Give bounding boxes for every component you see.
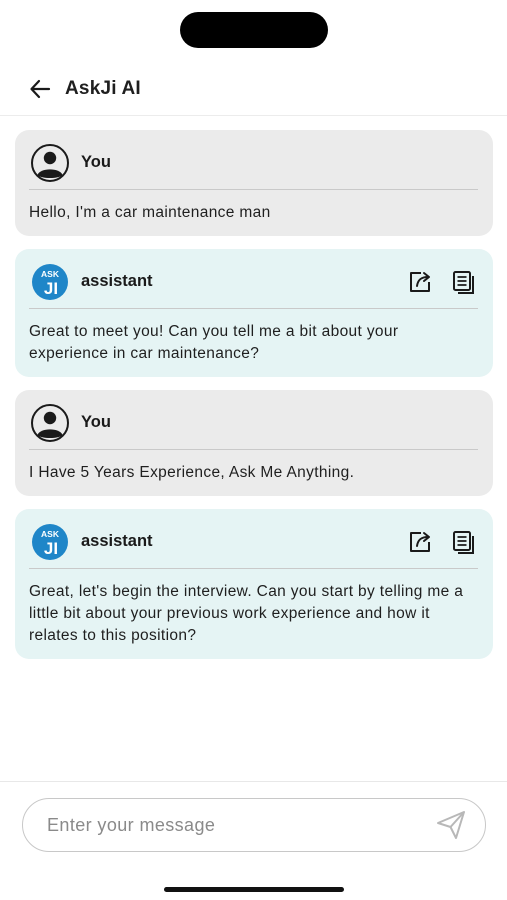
copy-button[interactable] [450,268,478,296]
chat-thread: You Hello, I'm a car maintenance man ASK… [15,130,493,672]
sender-name: You [81,413,111,431]
message-text: Hello, I'm a car maintenance man [29,204,271,221]
message-header: ASK JI assistant [29,523,478,569]
share-button[interactable] [406,528,434,556]
sender-name: assistant [81,532,153,550]
logo-top-text: ASK [41,529,60,539]
askji-logo-icon: ASK JI [29,523,71,561]
user-message-bubble: You Hello, I'm a car maintenance man [15,130,493,236]
assistant-message-bubble: ASK JI assistant [15,249,493,377]
share-button[interactable] [406,268,434,296]
dynamic-island [180,12,328,48]
askji-logo-icon: ASK JI [29,263,71,301]
message-header: You [29,403,478,450]
user-avatar-icon [29,403,71,442]
copy-icon [453,270,474,294]
message-input[interactable] [47,814,433,836]
copy-icon [453,530,474,554]
message-header: You [29,143,478,190]
user-avatar-icon [29,143,71,182]
sender-name: You [81,153,111,171]
share-icon [410,271,430,292]
back-button[interactable] [25,74,55,104]
message-header: ASK JI assistant [29,263,478,309]
message-text: I Have 5 Years Experience, Ask Me Anythi… [29,464,355,481]
send-button[interactable] [433,807,469,843]
sender-name: assistant [81,272,153,290]
page-title: AskJi AI [65,77,141,99]
arrow-left-icon [30,79,51,98]
composer-divider [0,781,507,782]
share-icon [410,531,430,552]
top-bar: AskJi AI [0,62,507,116]
message-text: Great to meet you! Can you tell me a bit… [29,323,399,362]
logo-bottom-text: JI [44,539,58,558]
message-text: Great, let's begin the interview. Can yo… [29,583,464,644]
assistant-message-bubble: ASK JI assistant [15,509,493,659]
copy-button[interactable] [450,528,478,556]
logo-top-text: ASK [41,269,60,279]
message-actions [406,268,478,296]
send-icon [437,811,465,839]
message-actions [406,528,478,556]
user-message-bubble: You I Have 5 Years Experience, Ask Me An… [15,390,493,496]
home-indicator [164,887,344,892]
logo-bottom-text: JI [44,279,58,298]
message-composer [22,798,486,852]
